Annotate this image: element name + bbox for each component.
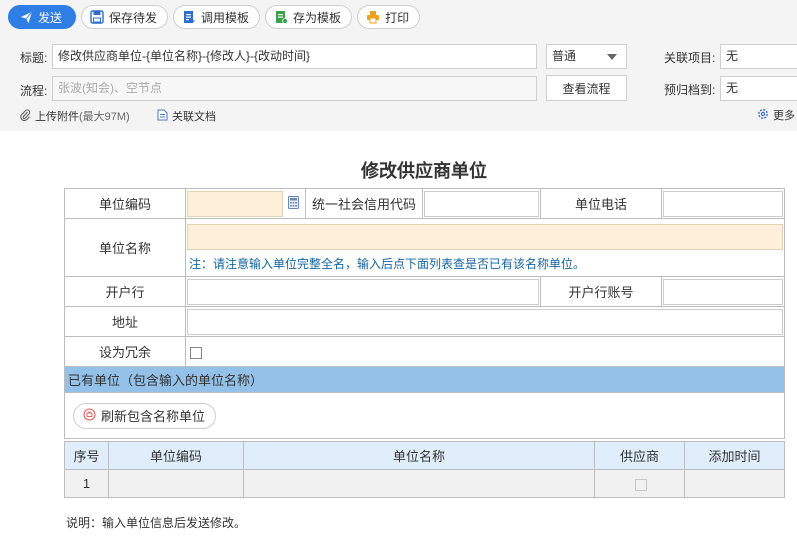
view-flow-button[interactable]: 查看流程 [546,75,627,101]
upload-attachment-label: 上传附件 [35,111,79,123]
save-template-button[interactable]: 存为模板 [265,5,353,29]
bank-input[interactable] [187,278,539,305]
refresh-cell: 刷新包含名称单位 [64,392,785,439]
print-label: 打印 [385,10,410,25]
print-icon [366,10,380,24]
flow-label: 流程: [20,84,48,98]
use-template-label: 调用模板 [201,10,250,25]
col-index: 序号 [64,441,109,470]
unit-name-input[interactable] [187,223,783,250]
col-unit-code: 单位编码 [108,441,244,470]
bank-account-input[interactable] [663,278,783,305]
col-unit-name: 单位名称 [243,441,595,470]
related-doc-link[interactable]: 关联文档 [157,108,216,124]
upload-attachment-link[interactable]: 上传附件 (最大97M) [20,108,130,124]
existing-units-header: 已有单位（包含输入的单位名称） [64,366,785,393]
chevron-down-icon [607,54,617,60]
redundant-cell [185,336,785,367]
more-label: 更多 [773,110,795,122]
unit-name-label: 单位名称 [64,218,186,277]
row-index: 1 [64,469,109,498]
archive-label: 预归档到: [664,83,716,97]
redundant-label: 设为冗余 [64,336,186,367]
existing-units-label: 已有单位（包含输入的单位名称） [64,366,785,393]
credit-code-input[interactable] [424,190,539,217]
more-settings-link[interactable]: 更多 [757,107,795,123]
unit-name-note: 注：请注意输入单位完整全名，输入后点下面列表查是否已有该名称单位。 [189,256,586,271]
bank-label: 开户行 [64,276,186,307]
archive-input[interactable]: 无 [720,76,797,101]
send-label: 发送 [38,10,63,25]
credit-code-label: 统一社会信用代码 [305,188,423,219]
save-template-icon [274,10,288,24]
col-supplier: 供应商 [594,441,685,470]
row-code[interactable] [108,469,244,498]
phone-input[interactable] [663,190,783,217]
address-cell [185,306,785,337]
toolbar: 发送 保存待发 调用模板 存为模板 打印 [8,5,421,29]
row-supplier [594,469,685,498]
calculator-icon[interactable] [288,195,299,212]
refresh-button[interactable]: 刷新包含名称单位 [73,402,217,429]
unit-code-label: 单位编码 [64,188,186,219]
priority-select[interactable]: 普通 [546,44,627,69]
refresh-label: 刷新包含名称单位 [101,409,206,424]
form-title: 修改供应商单位 [361,161,487,181]
flow-input[interactable]: 张波(知会)、空节点 [52,76,537,101]
title-label: 标题: [20,51,48,65]
address-label: 地址 [64,306,186,337]
priority-value: 普通 [552,49,577,63]
send-icon [19,10,33,24]
related-project-input[interactable]: 无 [720,44,797,69]
bank-account-label: 开户行账号 [540,276,662,307]
unit-code-input[interactable] [187,190,283,217]
unit-name-cell: 注：请注意输入单位完整全名，输入后点下面列表查是否已有该名称单位。 [185,218,785,277]
phone-label: 单位电话 [540,188,662,219]
print-button[interactable]: 打印 [357,5,421,29]
title-input[interactable]: 修改供应商单位-{单位名称}-{修改人}-{改动时间} [52,44,537,69]
save-template-label: 存为模板 [293,10,342,25]
col-added-time: 添加时间 [684,441,785,470]
form-row-name: 单位名称 注：请注意输入单位完整全名，输入后点下面列表查是否已有该名称单位。 [64,218,785,277]
send-button[interactable]: 发送 [8,5,77,29]
template-icon [182,10,196,24]
address-input[interactable] [187,308,783,335]
form-row-code: 单位编码 统一社会信用代码 单位电话 [64,188,785,219]
upload-limit: (最大97M) [79,111,130,123]
document-icon [157,109,168,124]
refresh-row: 刷新包含名称单位 [64,392,785,439]
supplier-form: 单位编码 统一社会信用代码 单位电话 单位名称 注：请注意输入单位完整全名，输入… [64,188,785,439]
bank-cell [185,276,541,307]
existing-units-table: 序号 单位编码 单位名称 供应商 添加时间 1 [64,441,785,498]
phone-cell [661,188,785,219]
form-row-address: 地址 [64,306,785,337]
save-draft-button[interactable]: 保存待发 [81,5,169,29]
save-draft-label: 保存待发 [109,10,158,25]
form-row-bank: 开户行 开户行账号 [64,276,785,307]
row-name[interactable] [243,469,595,498]
related-doc-label: 关联文档 [172,111,216,123]
paperclip-icon [20,108,31,124]
credit-code-cell [422,188,541,219]
top-panel: 发送 保存待发 调用模板 存为模板 打印 标题: 修改供应商单位-{单位名称}-… [0,0,797,131]
unit-code-cell [185,188,306,219]
table-header-row: 序号 单位编码 单位名称 供应商 添加时间 [64,441,785,470]
related-project-label: 关联项目: [664,51,716,65]
refresh-icon [83,407,96,424]
supplier-checkbox [635,478,647,491]
row-time[interactable] [684,469,785,498]
redundant-checkbox[interactable] [190,346,202,359]
use-template-button[interactable]: 调用模板 [173,5,261,29]
form-row-redundant: 设为冗余 [64,336,785,367]
gear-icon [757,108,769,123]
bank-account-cell [661,276,785,307]
table-row: 1 [64,469,785,498]
save-icon [90,10,104,24]
footer-note: 说明：输入单位信息后发送修改。 [66,516,247,530]
